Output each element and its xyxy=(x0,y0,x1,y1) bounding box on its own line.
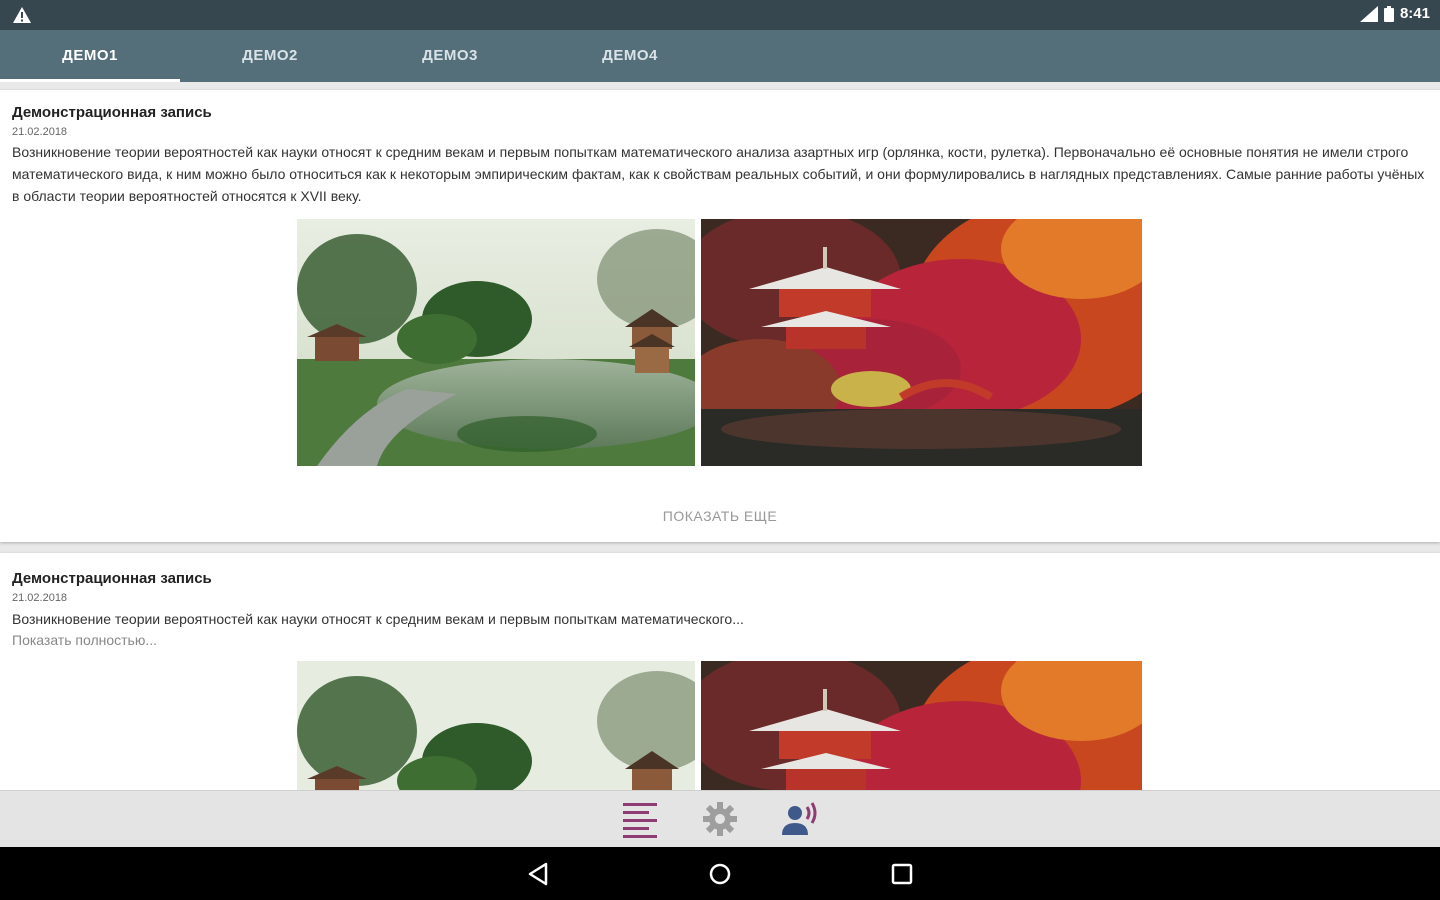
post-title: Демонстрационная запись xyxy=(12,104,212,121)
show-more-button[interactable]: ПОКАЗАТЬ ЕЩЕ xyxy=(0,508,1440,524)
battery-icon xyxy=(1383,5,1394,22)
settings-icon[interactable] xyxy=(700,799,740,839)
contact-voice-icon[interactable] xyxy=(780,799,820,839)
bottom-navigation xyxy=(0,790,1440,848)
feed-icon[interactable] xyxy=(620,799,660,839)
post-card: Демонстрационная запись 21.02.2018 Возни… xyxy=(0,90,1440,542)
status-bar: 8:41 xyxy=(0,0,1440,30)
japanese-pagoda-image[interactable] xyxy=(701,219,1142,466)
status-icons: 8:41 xyxy=(1359,5,1430,22)
japanese-pagoda-image[interactable] xyxy=(701,661,1142,790)
tab-demo2[interactable]: ДЕМО2 xyxy=(180,30,360,82)
tab-demo1[interactable]: ДЕМО1 xyxy=(0,30,180,82)
post-body: Возникновение теории вероятностей как на… xyxy=(12,611,744,627)
tab-demo4[interactable]: ДЕМО4 xyxy=(540,30,720,82)
back-icon[interactable] xyxy=(526,861,552,887)
home-icon[interactable] xyxy=(707,861,733,887)
tab-demo3[interactable]: ДЕМО3 xyxy=(360,30,540,82)
chinese-garden-image[interactable] xyxy=(297,661,695,790)
warning-icon xyxy=(13,7,31,23)
tab-bar: ДЕМО1 ДЕМО2 ДЕМО3 ДЕМО4 xyxy=(0,30,1440,82)
post-date: 21.02.2018 xyxy=(12,126,68,138)
recents-icon[interactable] xyxy=(889,861,915,887)
expand-post-link[interactable]: Показать полностью... xyxy=(12,632,157,648)
system-navigation-bar xyxy=(0,847,1440,900)
post-date: 21.02.2018 xyxy=(12,592,68,604)
chinese-garden-image[interactable] xyxy=(297,219,695,466)
post-feed[interactable]: Демонстрационная запись 21.02.2018 Возни… xyxy=(0,82,1440,790)
signal-icon xyxy=(1359,5,1378,22)
post-title: Демонстрационная запись xyxy=(12,570,212,587)
post-body: Возникновение теории вероятностей как на… xyxy=(12,144,1425,204)
post-card: Демонстрационная запись 21.02.2018 Возни… xyxy=(0,553,1440,790)
status-time: 8:41 xyxy=(1399,5,1430,22)
